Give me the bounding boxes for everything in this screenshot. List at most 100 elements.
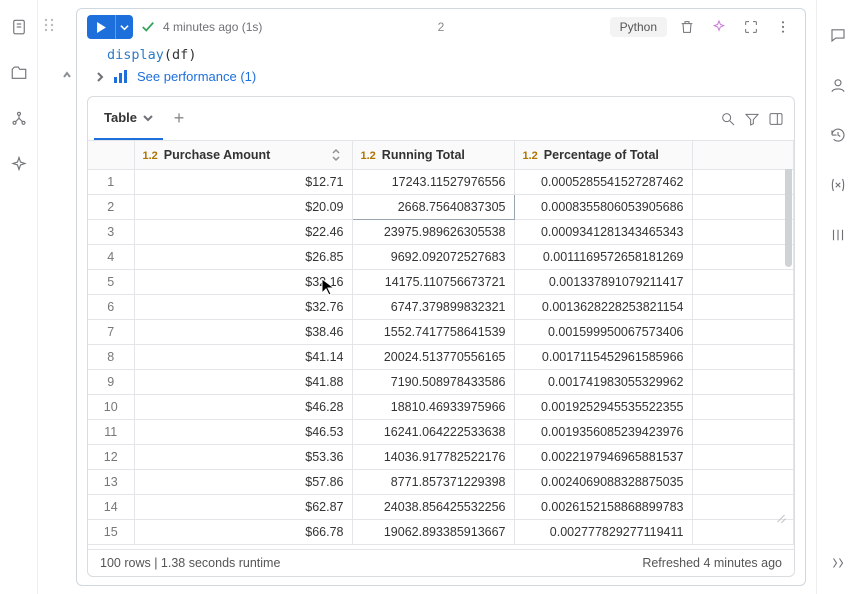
cell-running-total[interactable]: 17243.11527976556 xyxy=(352,169,514,194)
cell-purchase[interactable]: $20.09 xyxy=(134,194,352,219)
cell-running-total[interactable]: 16241.064222533638 xyxy=(352,419,514,444)
resize-handle-icon[interactable] xyxy=(774,509,786,521)
cell-running-total[interactable]: 14175.110756673721 xyxy=(352,269,514,294)
table-row[interactable]: 15$66.7819062.8933859136670.002777829277… xyxy=(88,519,794,544)
cell-percentage[interactable]: 0.001599950067573406 xyxy=(514,319,692,344)
delete-icon[interactable] xyxy=(675,15,699,39)
cell-percentage[interactable]: 0.0008355806053905686 xyxy=(514,194,692,219)
sparkle-icon[interactable] xyxy=(707,15,731,39)
kebab-icon[interactable] xyxy=(771,15,795,39)
table-row[interactable]: 1$12.7117243.115279765560.00052855415272… xyxy=(88,169,794,194)
table-row[interactable]: 9$41.887190.5089784335860.00174198305532… xyxy=(88,369,794,394)
cell-running-total[interactable]: 24038.856425532256 xyxy=(352,494,514,519)
row-number: 9 xyxy=(88,369,134,394)
output-tabbar: Table + xyxy=(88,97,794,141)
cell-running-total[interactable]: 9692.092072527683 xyxy=(352,244,514,269)
table-row[interactable]: 3$22.4623975.9896263055380.0009341281343… xyxy=(88,219,794,244)
cell-purchase[interactable]: $57.86 xyxy=(134,469,352,494)
cell-running-total[interactable]: 23975.989626305538 xyxy=(352,219,514,244)
cell-percentage[interactable]: 0.0011169572658181269 xyxy=(514,244,692,269)
cell-percentage[interactable]: 0.0024069088328875035 xyxy=(514,469,692,494)
table-row[interactable]: 14$62.8724038.8564255322560.002615215886… xyxy=(88,494,794,519)
cell-percentage[interactable]: 0.0013628228253821154 xyxy=(514,294,692,319)
cell-purchase[interactable]: $62.87 xyxy=(134,494,352,519)
performance-row[interactable]: See performance (1) xyxy=(77,67,805,92)
cell-running-total[interactable]: 2668.75640837305 xyxy=(352,194,514,219)
row-number: 10 xyxy=(88,394,134,419)
cell-percentage[interactable]: 0.0019252945535522355 xyxy=(514,394,692,419)
table-row[interactable]: 13$57.868771.8573712293980.0024069088328… xyxy=(88,469,794,494)
cell-running-total[interactable]: 19062.893385913667 xyxy=(352,519,514,544)
chat-icon[interactable] xyxy=(825,22,851,48)
table-row[interactable]: 6$32.766747.3798998323210.00136282282538… xyxy=(88,294,794,319)
cell-percentage[interactable]: 0.0017115452961585966 xyxy=(514,344,692,369)
cell-spacer xyxy=(692,319,794,344)
cell-percentage[interactable]: 0.0009341281343465343 xyxy=(514,219,692,244)
cell-percentage[interactable]: 0.001337891079211417 xyxy=(514,269,692,294)
cell-running-total[interactable]: 18810.46933975966 xyxy=(352,394,514,419)
run-button[interactable] xyxy=(87,15,133,39)
table-row[interactable]: 7$38.461552.74177586415390.0015999500675… xyxy=(88,319,794,344)
language-badge[interactable]: Python xyxy=(610,17,667,37)
cell-purchase[interactable]: $53.36 xyxy=(134,444,352,469)
cell-running-total[interactable]: 1552.7417758641539 xyxy=(352,319,514,344)
folder-icon[interactable] xyxy=(6,60,32,86)
cell-purchase[interactable]: $46.28 xyxy=(134,394,352,419)
col-running-total[interactable]: 1.2Running Total xyxy=(352,141,514,169)
panel-icon[interactable] xyxy=(764,107,788,131)
structure-icon[interactable] xyxy=(6,106,32,132)
table-row[interactable]: 8$41.1420024.5137705561650.0017115452961… xyxy=(88,344,794,369)
filter-icon[interactable] xyxy=(740,107,764,131)
cell-spacer xyxy=(692,519,794,544)
cell-running-total[interactable]: 7190.508978433586 xyxy=(352,369,514,394)
cell-spacer xyxy=(692,269,794,294)
cell-percentage[interactable]: 0.001741983055329962 xyxy=(514,369,692,394)
cell-spacer xyxy=(692,244,794,269)
row-number: 5 xyxy=(88,269,134,294)
col-purchase-amount[interactable]: 1.2Purchase Amount xyxy=(134,141,352,169)
table-row[interactable]: 4$26.859692.0920725276830.00111695726581… xyxy=(88,244,794,269)
toggle-panel-icon[interactable] xyxy=(825,222,851,248)
table-row[interactable]: 5$32.1614175.1107566737210.0013378910792… xyxy=(88,269,794,294)
cell-percentage[interactable]: 0.0022197946965881537 xyxy=(514,444,692,469)
cell-percentage[interactable]: 0.0005285541527287462 xyxy=(514,169,692,194)
code-editor[interactable]: display(df) xyxy=(77,45,805,67)
cell-purchase[interactable]: $46.53 xyxy=(134,419,352,444)
keyboard-icon[interactable] xyxy=(825,550,851,576)
assistant-icon[interactable] xyxy=(6,152,32,178)
cell-toolbar: 4 minutes ago (1s) 2 Python xyxy=(77,9,805,45)
cell-purchase[interactable]: $32.76 xyxy=(134,294,352,319)
cell-purchase[interactable]: $41.88 xyxy=(134,369,352,394)
cell-percentage[interactable]: 0.0026152158868899783 xyxy=(514,494,692,519)
table-row[interactable]: 11$46.5316241.0642225336380.001935608523… xyxy=(88,419,794,444)
cell-running-total[interactable]: 14036.917782522176 xyxy=(352,444,514,469)
cell-running-total[interactable]: 20024.513770556165 xyxy=(352,344,514,369)
history-icon[interactable] xyxy=(825,122,851,148)
cell-purchase[interactable]: $38.46 xyxy=(134,319,352,344)
variables-icon[interactable] xyxy=(825,172,851,198)
header-corner xyxy=(88,141,134,169)
table-row[interactable]: 12$53.3614036.9177825221760.002219794696… xyxy=(88,444,794,469)
run-dropdown[interactable] xyxy=(115,15,133,39)
cell-running-total[interactable]: 6747.379899832321 xyxy=(352,294,514,319)
cell-purchase[interactable]: $12.71 xyxy=(134,169,352,194)
cell-percentage[interactable]: 0.0019356085239423976 xyxy=(514,419,692,444)
expand-icon[interactable] xyxy=(739,15,763,39)
profile-icon[interactable] xyxy=(825,72,851,98)
table-row[interactable]: 10$46.2818810.469339759660.0019252945535… xyxy=(88,394,794,419)
add-tab-button[interactable]: + xyxy=(163,108,195,129)
table-row[interactable]: 2$20.092668.756408373050.000835580605390… xyxy=(88,194,794,219)
col-percentage[interactable]: 1.2Percentage of Total xyxy=(514,141,692,169)
drag-handle-icon[interactable] xyxy=(43,17,55,36)
collapse-chevron-icon[interactable] xyxy=(61,69,73,84)
cell-percentage[interactable]: 0.002777829277119411 xyxy=(514,519,692,544)
cell-purchase[interactable]: $41.14 xyxy=(134,344,352,369)
search-icon[interactable] xyxy=(716,107,740,131)
cell-purchase[interactable]: $66.78 xyxy=(134,519,352,544)
cell-purchase[interactable]: $32.16 xyxy=(134,269,352,294)
cell-purchase[interactable]: $22.46 xyxy=(134,219,352,244)
cell-purchase[interactable]: $26.85 xyxy=(134,244,352,269)
cell-running-total[interactable]: 8771.857371229398 xyxy=(352,469,514,494)
notebook-icon[interactable] xyxy=(6,14,32,40)
tab-table[interactable]: Table xyxy=(94,97,163,140)
